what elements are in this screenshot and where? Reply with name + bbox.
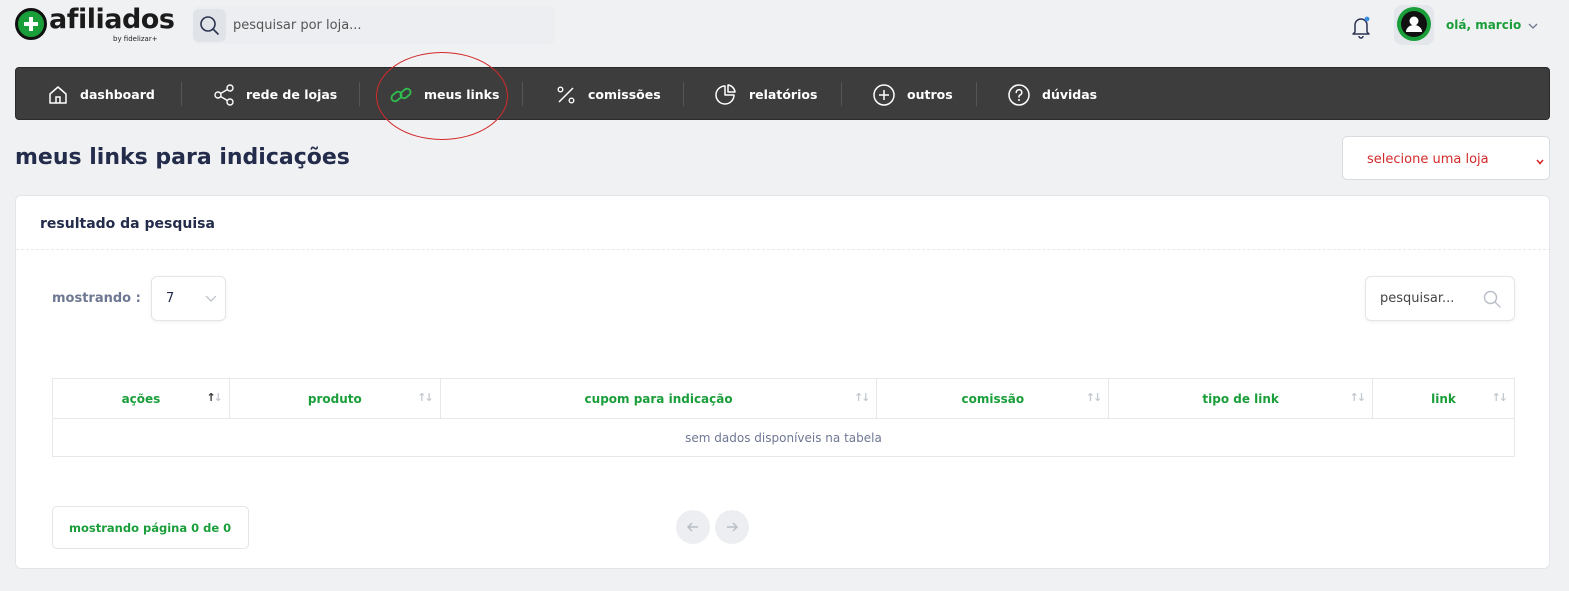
logo-subtitle: by fidelizar+ [113,35,158,43]
nav-item-comissoes[interactable]: comissões [555,68,661,121]
arrow-left-icon [687,522,698,532]
results-card: resultado da pesquisa mostrando : 7 açõe… [15,195,1551,569]
nav-item-label: comissões [588,87,661,102]
nav-item-relatorios[interactable]: relatórios [714,68,817,121]
nav-item-dashboard[interactable]: dashboard [47,68,155,121]
plus-circle-icon [873,83,895,106]
nav-item-rede-de-lojas[interactable]: rede de lojas [213,68,337,121]
store-search [193,6,555,44]
column-tipo-de-link[interactable]: tipo de link ↑↓ [1108,378,1374,419]
next-page-button[interactable] [715,510,749,544]
page-size-value: 7 [166,291,175,306]
sort-icon: ↑↓ [1491,391,1509,404]
logo-plus-icon [15,8,47,40]
nav-item-duvidas[interactable]: dúvidas [1007,68,1097,121]
store-select[interactable]: selecione uma loja [1342,136,1550,180]
page-title: meus links para indicações [15,145,350,170]
avatar[interactable] [1394,5,1434,45]
chevron-down-icon[interactable] [1527,17,1539,36]
search-icon[interactable] [1482,289,1502,313]
logo-text: afiliados [49,4,175,35]
share-icon [214,83,234,106]
nav-item-outros[interactable]: outros [872,68,953,121]
empty-table-message: sem dados disponíveis na tabela [52,418,1515,457]
pagination-info-text: mostrando página 0 de 0 [69,521,232,535]
logo[interactable]: afiliados by fidelizar+ [15,4,175,46]
page-size-select[interactable]: 7 [151,276,226,321]
links-table: ações ↑↓ produto ↑↓ cupom para indicação ↑↓… [52,378,1515,457]
previous-page-button[interactable] [676,510,710,544]
sort-icon: ↑↓ [1349,391,1367,404]
table-search-input[interactable] [1380,277,1480,320]
search-input[interactable] [233,6,533,44]
chevron-down-icon [204,290,218,309]
nav-item-label: dúvidas [1042,87,1098,102]
highlight-annotation [376,52,508,140]
card-title: resultado da pesquisa [40,216,215,232]
table-search [1365,276,1515,321]
sort-asc-icon: ↑↓ [206,391,223,404]
pie-chart-icon [715,83,736,105]
nav-item-label: dashboard [80,87,155,102]
column-link[interactable]: link ↑↓ [1372,378,1515,419]
chevron-down-icon [1535,152,1545,171]
percent-icon [557,86,575,103]
table-row: sem dados disponíveis na tabela [52,418,1515,457]
table-header-row: ações ↑↓ produto ↑↓ cupom para indicação ↑↓… [52,378,1515,419]
column-acoes[interactable]: ações ↑↓ [52,378,230,419]
nav-item-label: relatórios [749,87,818,102]
user-greeting[interactable]: olá, marcio [1446,18,1521,32]
home-icon [49,85,67,104]
arrow-right-icon [727,522,738,532]
column-produto[interactable]: produto ↑↓ [228,378,441,419]
nav-item-label: outros [907,87,953,102]
search-icon[interactable] [193,9,226,42]
nav-item-label: rede de lojas [246,87,338,102]
column-comissao[interactable]: comissão ↑↓ [876,378,1110,419]
help-circle-icon [1008,83,1030,106]
sort-icon: ↑↓ [1085,391,1103,404]
sort-icon: ↑↓ [853,391,871,404]
pagination-info: mostrando página 0 de 0 [52,506,249,549]
main-nav: dashboard rede de lojas meus links comis… [15,67,1550,120]
page-size-label: mostrando : [52,291,141,306]
column-cupom[interactable]: cupom para indicação ↑↓ [439,378,878,419]
sort-icon: ↑↓ [417,391,434,404]
notification-bell-icon[interactable] [1350,14,1372,40]
store-select-value: selecione uma loja [1367,152,1489,167]
